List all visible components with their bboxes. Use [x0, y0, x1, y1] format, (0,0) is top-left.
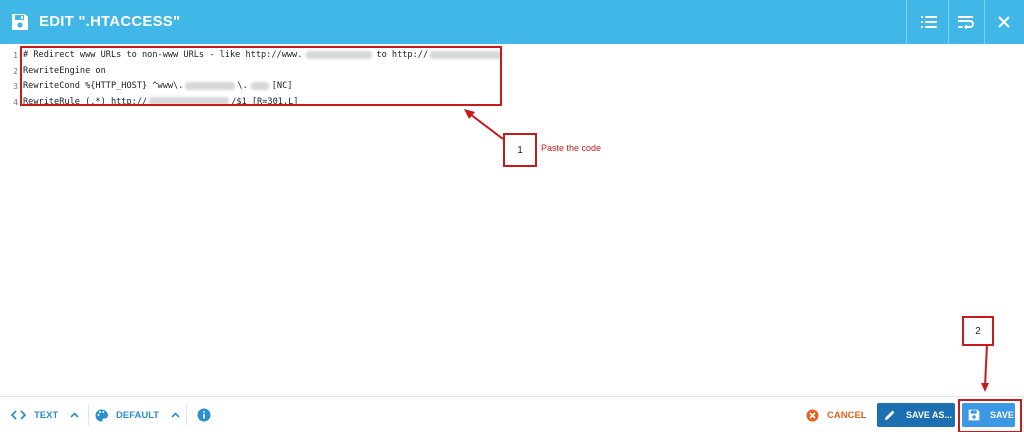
code-brackets-icon — [11, 410, 26, 420]
palette-icon — [95, 409, 108, 421]
callout-1: 1 — [503, 133, 537, 167]
text-mode-selector[interactable]: TEXT — [11, 397, 79, 432]
close-button[interactable] — [984, 0, 1024, 44]
info-button[interactable] — [197, 397, 211, 432]
callout-1-text: Paste the code — [541, 143, 602, 153]
footer-divider — [88, 405, 89, 425]
cancel-button[interactable]: CANCEL — [806, 397, 867, 432]
edit-dialog: EDIT ".HTACCESS" 1 2 3 4 # Redirect www … — [0, 0, 1024, 432]
cancel-icon — [806, 409, 819, 421]
floppy-disk-icon — [12, 14, 28, 30]
footer-divider — [186, 405, 187, 425]
callout-2: 2 — [962, 316, 994, 346]
close-icon — [998, 16, 1010, 28]
dialog-footer: TEXT DEFAULT CANCEL SAVE AS... SAVE — [0, 396, 1024, 432]
pencil-icon — [885, 410, 895, 420]
header-divider — [906, 0, 907, 44]
dialog-title: EDIT ".HTACCESS" — [39, 13, 181, 30]
wrap-button[interactable] — [946, 0, 986, 44]
annotation-arrows — [464, 109, 989, 392]
cancel-label: CANCEL — [827, 409, 867, 421]
theme-selector[interactable]: DEFAULT — [95, 397, 180, 432]
wrap-icon — [958, 16, 974, 29]
save-as-label: SAVE AS... — [906, 410, 953, 420]
code-editor[interactable]: 1 2 3 4 # Redirect www URLs to non-www U… — [0, 44, 1024, 396]
chevron-up-icon — [70, 412, 79, 418]
theme-label: DEFAULT — [116, 409, 160, 421]
dialog-header: EDIT ".HTACCESS" — [0, 0, 1024, 44]
save-as-button[interactable]: SAVE AS... — [877, 403, 955, 427]
chevron-up-icon — [171, 412, 180, 418]
list-icon — [921, 16, 937, 28]
info-icon — [197, 408, 211, 422]
list-button[interactable] — [909, 0, 949, 44]
text-mode-label: TEXT — [34, 409, 59, 421]
save-highlight-box — [958, 399, 1022, 432]
